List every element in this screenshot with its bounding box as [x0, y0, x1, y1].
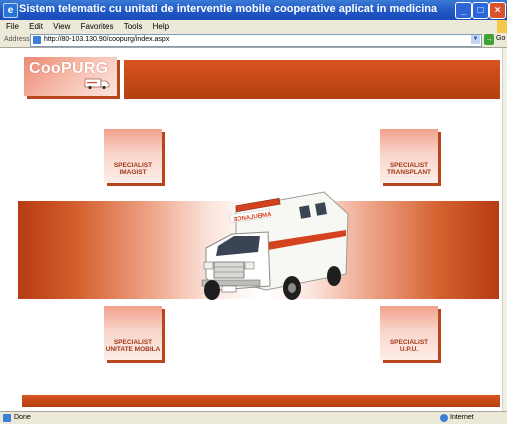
logo-text: CooPURG [29, 60, 109, 77]
address-label: Address [4, 36, 30, 43]
menu-bar: File Edit View Favorites Tools Help [0, 20, 507, 33]
go-arrow-icon[interactable]: → [484, 34, 494, 45]
menu-tools[interactable]: Tools [124, 20, 143, 33]
page-done-icon [3, 414, 11, 422]
tile-label-line1: SPECIALIST [113, 162, 153, 169]
logo-ambulance-icon [84, 78, 110, 90]
page-icon [33, 36, 41, 44]
address-url[interactable]: http://80-103.130.90/coopurg/index.aspx [44, 36, 169, 43]
footer-banner [22, 395, 500, 407]
title-bar: e Sistem telematic cu unitati de interve… [0, 0, 507, 20]
tile-label-line2: UNITATE MOBILA [105, 346, 161, 353]
vertical-scrollbar[interactable] [502, 48, 507, 411]
menu-view[interactable]: View [53, 20, 70, 33]
tile-label-line1: SPECIALIST [113, 339, 153, 346]
maximize-button[interactable]: □ [472, 2, 489, 19]
ambulance-image: ƎƆNA⅃UᗺMA [201, 191, 349, 300]
security-zone: Internet [450, 414, 474, 421]
coopurg-logo[interactable]: CooPURG [24, 57, 117, 96]
address-input[interactable]: http://80-103.130.90/coopurg/index.aspx … [30, 34, 482, 47]
menu-file[interactable]: File [6, 20, 19, 33]
minimize-button[interactable]: _ [455, 2, 472, 19]
internet-zone-icon [440, 414, 448, 422]
specialist-upu-button[interactable]: SPECIALIST U.P.U. [380, 306, 438, 360]
windows-logo-icon [497, 20, 507, 33]
status-bar: Done Internet [0, 411, 507, 424]
specialist-imagist-button[interactable]: SPECIALIST IMAGIST [104, 129, 162, 183]
menu-help[interactable]: Help [153, 20, 169, 33]
go-button[interactable]: Go [496, 35, 505, 42]
menu-favorites[interactable]: Favorites [81, 20, 114, 33]
tile-label-line2: IMAGIST [119, 169, 147, 176]
close-button[interactable]: × [489, 2, 506, 19]
ie-icon: e [3, 3, 18, 18]
status-text: Done [14, 414, 31, 421]
specialist-unitate-mobila-button[interactable]: SPECIALIST UNITATE MOBILA [104, 306, 162, 360]
page-content: CooPURG ƎƆNA⅃UᗺMA SPECIALIST IMAGIST SPE… [0, 48, 502, 411]
menu-edit[interactable]: Edit [29, 20, 43, 33]
address-bar: Address http://80-103.130.90/coopurg/ind… [0, 33, 507, 48]
tile-label-line1: SPECIALIST [389, 162, 429, 169]
tile-label-line2: TRANSPLANT [386, 169, 432, 176]
header-banner [124, 60, 500, 99]
tile-label-line2: U.P.U. [399, 346, 419, 353]
tile-label-line1: SPECIALIST [389, 339, 429, 346]
window-title: Sistem telematic cu unitati de intervent… [19, 3, 439, 15]
address-dropdown-icon[interactable]: ▼ [471, 35, 480, 44]
specialist-transplant-button[interactable]: SPECIALIST TRANSPLANT [380, 129, 438, 183]
